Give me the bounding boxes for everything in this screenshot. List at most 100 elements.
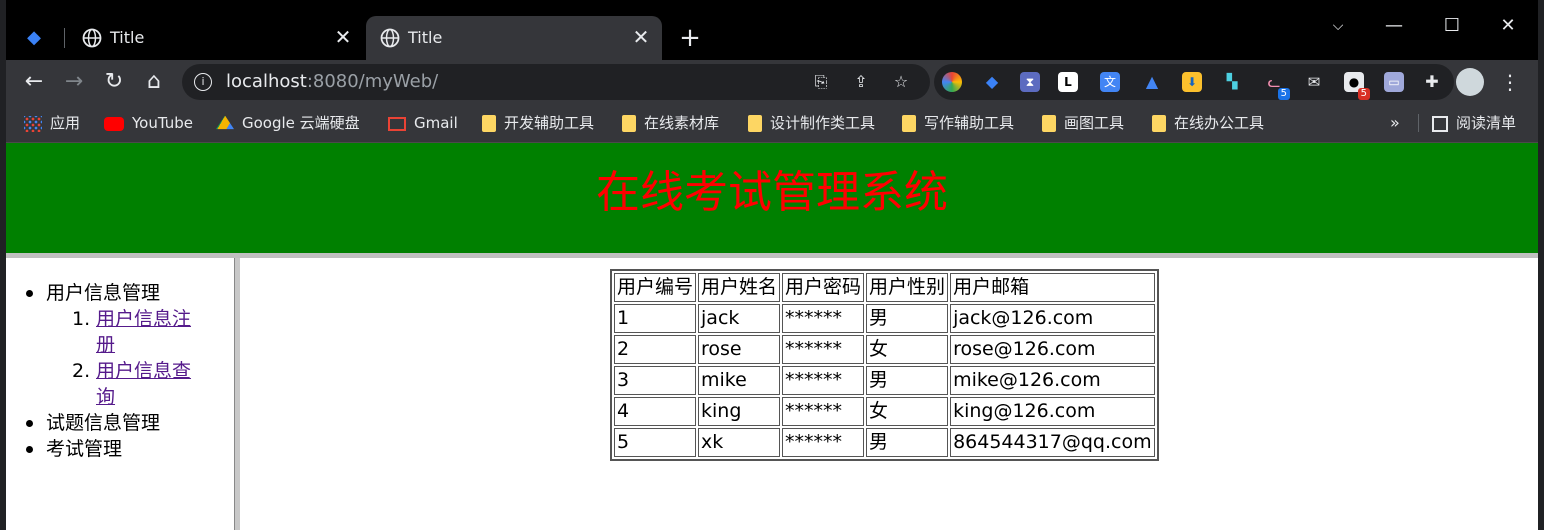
site-info-icon[interactable]: i (194, 73, 212, 91)
minimize-button[interactable]: — (1372, 12, 1416, 40)
bookmark-label: 画图工具 (1064, 114, 1125, 132)
new-tab-button[interactable]: + (676, 24, 704, 52)
folder-icon (1152, 115, 1166, 132)
column-header: 用户邮箱 (950, 273, 1155, 302)
bookmark-label: 开发辅助工具 (504, 114, 595, 132)
cell-email: 864544317@qq.com (950, 428, 1155, 457)
cell-name: xk (698, 428, 781, 457)
table-row: 1 jack ****** 男 jack@126.com (614, 304, 1155, 333)
back-arrow-icon[interactable]: ← (20, 68, 48, 96)
globe-icon (380, 28, 400, 48)
close-tab-icon[interactable]: ✕ (630, 26, 652, 48)
maximize-button[interactable]: ☐ (1430, 12, 1474, 40)
tab-title-2[interactable]: Title ✕ (366, 16, 662, 60)
tab-search-chevron-icon[interactable]: ⌵ (1316, 12, 1360, 40)
download-extension-icon[interactable]: ⬇ (1182, 72, 1202, 92)
menu-label: 试题信息管理 (46, 412, 161, 434)
cell-password: ****** (782, 335, 865, 364)
user-register-link[interactable]: 用户信息注册 (96, 308, 191, 356)
cell-gender: 女 (866, 335, 949, 364)
menu-label: 考试管理 (46, 438, 123, 460)
table-header-row: 用户编号 用户姓名 用户密码 用户性别 用户邮箱 (614, 273, 1155, 302)
more-menu-icon[interactable]: ⋮ (1498, 68, 1522, 96)
bullet (26, 446, 33, 453)
share-icon[interactable]: ⇪ (850, 72, 872, 92)
ad-extension-icon[interactable]: ● 5 (1344, 72, 1370, 100)
address-bar[interactable]: i localhost:8080/myWeb/ ⎘ ⇪ ☆ (182, 64, 930, 100)
left-nav-frame: 用户信息管理 1. 用户信息注册 2. 用户信息查询 试题信息管理 考试管理 (6, 258, 234, 530)
bookmark-label: YouTube (132, 114, 193, 132)
tab-title-1[interactable]: Title ✕ (68, 16, 364, 60)
menu-question-management: 试题信息管理 (26, 410, 226, 436)
graduation-extension-icon[interactable]: ▲ (1142, 72, 1162, 92)
puzzle-extensions-icon[interactable]: ✚ (1422, 72, 1442, 92)
table-row: 3 mike ****** 男 mike@126.com (614, 366, 1155, 395)
folder-icon (1042, 115, 1056, 132)
cell-name: mike (698, 366, 781, 395)
nav-menu: 用户信息管理 1. 用户信息注册 2. 用户信息查询 试题信息管理 考试管理 (26, 280, 226, 462)
cell-name: rose (698, 335, 781, 364)
close-window-button[interactable]: ✕ (1486, 12, 1530, 40)
cell-email: mike@126.com (950, 366, 1155, 395)
profile-avatar[interactable] (1456, 68, 1484, 96)
url-host: localhost (226, 71, 307, 92)
url-text[interactable]: localhost:8080/myWeb/ (226, 71, 438, 93)
bookmark-folder-office[interactable]: 在线办公工具 (1152, 113, 1264, 133)
reload-icon[interactable]: ↻ (100, 68, 128, 96)
screen-extension-icon[interactable]: ▭ (1384, 72, 1404, 92)
translate-icon[interactable]: ⎘ (810, 72, 832, 92)
color-picker-extension-icon[interactable] (942, 72, 962, 92)
user-query-link[interactable]: 用户信息查询 (96, 360, 191, 408)
bookmark-gmail[interactable]: Gmail (388, 113, 458, 133)
diamond-extension-icon[interactable]: ◆ (982, 72, 1002, 92)
home-icon[interactable]: ⌂ (140, 68, 168, 96)
table-row: 2 rose ****** 女 rose@126.com (614, 335, 1155, 364)
badge-count: 5 (1357, 88, 1370, 100)
mail-extension-icon[interactable]: ✉ (1304, 72, 1324, 92)
cell-id: 2 (614, 335, 697, 364)
bookmark-folder-writing[interactable]: 写作辅助工具 (902, 113, 1014, 133)
google-drive-icon (216, 115, 234, 130)
hourglass-extension-icon[interactable]: ⧗ (1020, 72, 1040, 92)
reading-list-icon (1432, 115, 1448, 132)
cell-gender: 男 (866, 304, 949, 333)
bookmark-folder-drawing[interactable]: 画图工具 (1042, 113, 1124, 133)
bookmark-folder-dev-tools[interactable]: 开发辅助工具 (482, 113, 594, 133)
user-submenu: 1. 用户信息注册 2. 用户信息查询 (46, 306, 226, 410)
bookmark-folder-design[interactable]: 设计制作类工具 (748, 113, 875, 133)
bookmark-youtube[interactable]: YouTube (104, 113, 193, 133)
column-header: 用户密码 (782, 273, 865, 302)
google-translate-extension-icon[interactable]: 文 (1100, 72, 1120, 92)
reading-list-label: 阅读清单 (1456, 114, 1517, 132)
folder-icon (748, 115, 762, 132)
pinned-tab-diamond-icon[interactable]: ◆ (22, 26, 46, 50)
bookmark-label: 设计制作类工具 (770, 114, 876, 132)
bookmark-google-drive[interactable]: Google 云端硬盘 (216, 113, 360, 133)
bookmark-label: 在线素材库 (644, 114, 720, 132)
page-viewport: 在线考试管理系统 用户信息管理 1. 用户信息注册 2. 用户信息查询 试题信息… (6, 143, 1538, 530)
cell-password: ****** (782, 304, 865, 333)
forward-arrow-icon[interactable]: → (60, 68, 88, 96)
browser-toolbar: ← → ↻ ⌂ i localhost:8080/myWeb/ ⎘ ⇪ ☆ ◆ … (6, 60, 1538, 104)
reading-list-button[interactable]: 阅读清单 (1432, 113, 1516, 133)
cell-email: rose@126.com (950, 335, 1155, 364)
column-header: 用户编号 (614, 273, 697, 302)
bookmark-star-icon[interactable]: ☆ (890, 72, 912, 92)
blocks-extension-icon[interactable]: ▚ (1222, 72, 1242, 92)
url-path: :8080/myWeb/ (306, 71, 439, 92)
cat-extension-icon[interactable]: ᓚ5 (1264, 72, 1290, 100)
cell-name: jack (698, 304, 781, 333)
bookmark-folder-materials[interactable]: 在线素材库 (622, 113, 719, 133)
cell-gender: 女 (866, 397, 949, 426)
browser-window: ◆ Title ✕ Title ✕ + ⌵ — ☐ ✕ ← → ↻ ⌂ i lo… (6, 0, 1538, 530)
menu-label: 用户信息管理 (46, 282, 161, 304)
cell-gender: 男 (866, 366, 949, 395)
close-tab-icon[interactable]: ✕ (332, 26, 354, 48)
cell-password: ****** (782, 428, 865, 457)
bookmark-label: Google 云端硬盘 (242, 114, 360, 132)
lastpass-extension-icon[interactable]: L (1058, 72, 1078, 92)
bookmark-separator (1418, 114, 1419, 132)
more-bookmarks-button[interactable]: » (1390, 113, 1400, 133)
gmail-icon (388, 116, 406, 131)
bookmark-apps[interactable]: 应用 (24, 113, 80, 133)
